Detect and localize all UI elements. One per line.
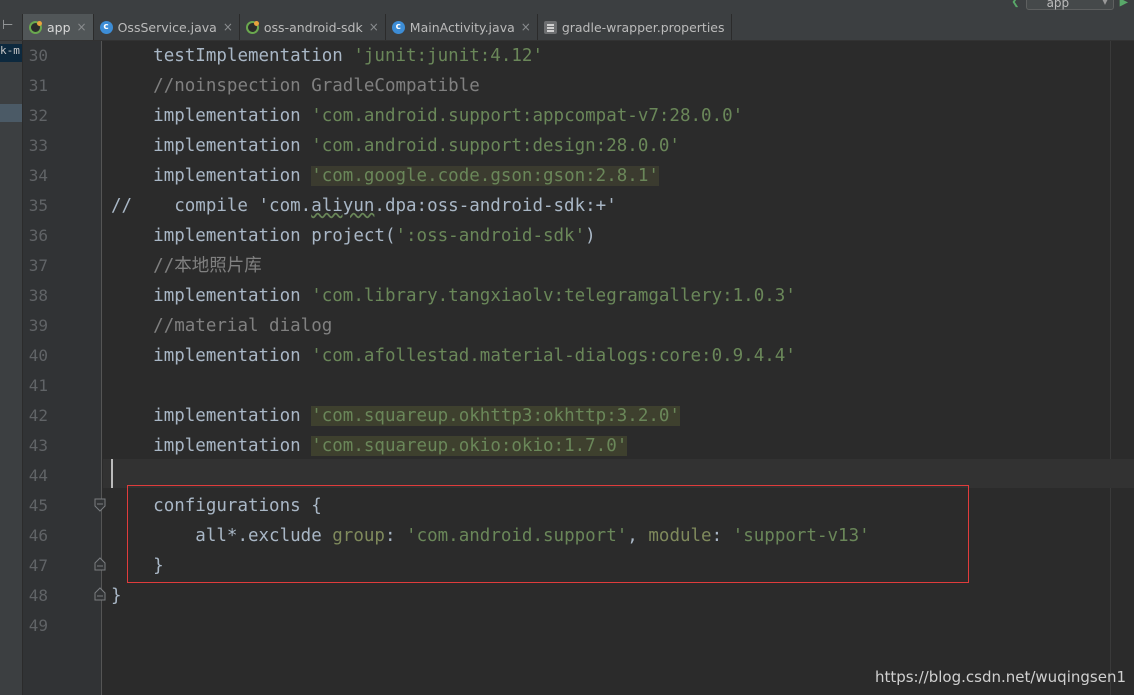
code-line-42[interactable]: implementation 'com.squareup.okhttp3:okh… xyxy=(111,401,680,431)
code-line-33[interactable]: implementation 'com.android.support:desi… xyxy=(111,131,680,161)
line-number: 32 xyxy=(28,106,48,125)
tab-app[interactable]: app × xyxy=(23,14,94,40)
java-class-icon: c xyxy=(99,20,113,34)
project-panel-toggle[interactable]: ⊢ xyxy=(0,14,23,40)
tab-label: gradle-wrapper.properties xyxy=(561,19,725,35)
code-line-34[interactable]: implementation 'com.google.code.gson:gso… xyxy=(111,161,659,191)
run-configuration-select[interactable]: app xyxy=(1025,0,1114,11)
code-line-40[interactable]: implementation 'com.afollestad.material-… xyxy=(111,341,796,371)
warning-highlight: 'com.squareup.okhttp3:okhttp:3.2.0' xyxy=(311,406,680,426)
close-icon[interactable]: × xyxy=(77,20,87,34)
line-number: 47 xyxy=(28,556,48,575)
line-number: 34 xyxy=(28,166,48,185)
tab-label: MainActivity.java xyxy=(409,19,515,35)
project-tree-selection[interactable] xyxy=(0,104,22,122)
code-line-36[interactable]: implementation project(':oss-android-sdk… xyxy=(111,221,596,251)
warning-highlight: 'com.google.code.gson:gson:2.8.1' xyxy=(311,166,659,186)
code-line-32[interactable]: implementation 'com.android.support:appc… xyxy=(111,101,743,131)
project-tree-item[interactable]: k-m xyxy=(0,44,22,62)
typo-underline: aliyun xyxy=(311,196,375,216)
line-number: 40 xyxy=(28,346,48,365)
properties-file-icon xyxy=(543,20,557,34)
tab-label: oss-android-sdk xyxy=(263,19,363,35)
line-number: 49 xyxy=(28,616,48,635)
line-number: 43 xyxy=(28,436,48,455)
tab-oss-service[interactable]: c OssService.java × xyxy=(94,14,240,40)
line-number: 37 xyxy=(28,256,48,275)
panel-toggle-icon: ⊢ xyxy=(2,18,14,33)
line-number: 30 xyxy=(28,46,48,65)
tab-oss-android-sdk[interactable]: oss-android-sdk × xyxy=(240,14,386,40)
gradle-icon xyxy=(29,20,42,34)
line-number: 42 xyxy=(28,406,48,425)
annotation-highlight-box xyxy=(127,485,969,583)
line-number: 45 xyxy=(28,496,48,515)
line-number: 38 xyxy=(28,286,48,305)
tab-gradle-wrapper-properties[interactable]: gradle-wrapper.properties xyxy=(538,14,732,40)
code-line-35[interactable]: // compile 'com.aliyun.dpa:oss-android-s… xyxy=(111,191,617,221)
tab-main-activity[interactable]: c MainActivity.java × xyxy=(386,14,538,40)
code-line-43[interactable]: implementation 'com.squareup.okio:okio:1… xyxy=(111,431,628,461)
tab-label: OssService.java xyxy=(117,19,217,35)
code-line-30[interactable]: testImplementation 'junit:junit:4.12' xyxy=(111,41,543,71)
line-number: 31 xyxy=(28,76,48,95)
line-number: 44 xyxy=(28,466,48,485)
java-class-icon: c xyxy=(391,20,405,34)
code-line-38[interactable]: implementation 'com.library.tangxiaolv:t… xyxy=(111,281,796,311)
line-number: 33 xyxy=(28,136,48,155)
code-line-39[interactable]: //material dialog xyxy=(111,311,332,341)
line-number: 46 xyxy=(28,526,48,545)
code-line-48[interactable]: } xyxy=(111,581,122,611)
back-arrow-icon[interactable]: ❮ xyxy=(1011,0,1019,10)
line-number-gutter: 30 31 32 33 34 35 36 37 38 39 40 41 42 4… xyxy=(23,41,106,695)
close-icon[interactable]: × xyxy=(521,20,531,34)
warning-highlight: 'com.squareup.okio:okio:1.7.0' xyxy=(311,436,628,456)
current-line-highlight xyxy=(103,459,1134,488)
right-margin-guide xyxy=(1110,41,1111,695)
text-caret xyxy=(111,459,113,488)
gradle-icon xyxy=(245,20,259,34)
tab-label: app xyxy=(47,19,71,35)
run-icon[interactable]: ▶ xyxy=(1120,0,1128,10)
line-number: 39 xyxy=(28,316,48,335)
close-icon[interactable]: × xyxy=(369,20,379,34)
editor-tabs: app × c OssService.java × oss-android-sd… xyxy=(23,14,732,40)
watermark: https://blog.csdn.net/wuqingsen1 xyxy=(874,668,1126,686)
line-number: 48 xyxy=(28,586,48,605)
line-number: 36 xyxy=(28,226,48,245)
line-number: 41 xyxy=(28,376,48,395)
close-icon[interactable]: × xyxy=(223,20,233,34)
toolbar-right: ❮ app ▶ xyxy=(1011,0,1128,11)
project-panel-strip: k-m xyxy=(0,41,23,695)
code-editor[interactable]: testImplementation 'junit:junit:4.12' //… xyxy=(103,41,1134,695)
line-number: 35 xyxy=(28,196,48,215)
code-line-37[interactable]: //本地照片库 xyxy=(111,251,262,281)
code-line-31[interactable]: //noinspection GradleCompatible xyxy=(111,71,480,101)
